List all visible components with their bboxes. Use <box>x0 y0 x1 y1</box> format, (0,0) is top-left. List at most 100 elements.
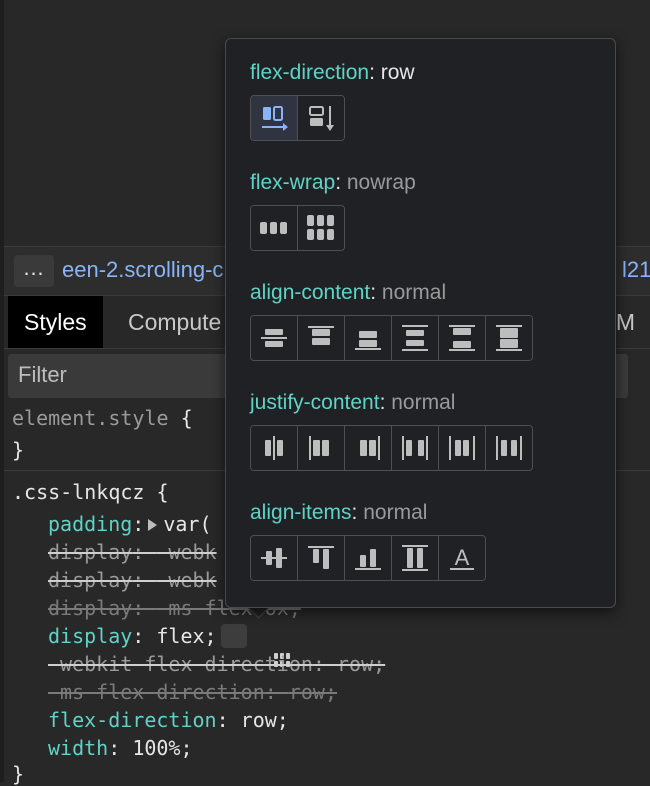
flex-wrap-wrap-icon <box>307 215 334 240</box>
justify-content-flex-end-icon <box>360 436 380 460</box>
current-value: normal <box>363 501 428 524</box>
current-value: row <box>380 61 415 84</box>
align-content-stretch-button[interactable] <box>486 316 532 360</box>
open-brace: { <box>144 480 169 504</box>
declaration-webkit-flex-direction[interactable]: -webkit-flex-direction: row; <box>48 652 385 676</box>
align-content-center-icon <box>261 329 287 347</box>
align-content-space-around-icon <box>402 325 428 351</box>
justify-content-space-evenly-button[interactable] <box>486 426 532 470</box>
align-items-baseline-button[interactable]: A <box>439 536 485 580</box>
flexbox-editor-button[interactable] <box>220 623 290 667</box>
justify-content-center-button[interactable] <box>251 426 298 470</box>
justify-content-space-evenly-icon <box>496 436 522 460</box>
expand-triangle-icon[interactable] <box>148 518 158 531</box>
property-value[interactable]: -webk <box>156 540 216 564</box>
align-content-space-between-icon <box>449 325 475 351</box>
align-items-flex-start-icon <box>308 546 334 569</box>
property-name[interactable]: width <box>48 736 108 760</box>
align-items-center-button[interactable] <box>251 536 298 580</box>
close-brace: } <box>12 762 25 786</box>
flex-wrap-nowrap-button[interactable] <box>251 206 298 250</box>
property-value[interactable]: 100%; <box>132 736 192 760</box>
align-content-flex-end-icon <box>355 331 381 350</box>
justify-content-space-between-button[interactable] <box>392 426 439 470</box>
justify-content-section: justify-content: normal <box>250 391 533 471</box>
property-name[interactable]: -ms-flex-direction <box>48 680 265 704</box>
open-brace: { <box>168 406 193 430</box>
section-title: justify-content: normal <box>250 391 456 414</box>
flex-direction-row-icon <box>262 106 288 131</box>
flex-direction-buttons <box>250 95 345 141</box>
property-name[interactable]: -webkit-flex-direction <box>48 652 313 676</box>
current-value: normal <box>391 391 456 414</box>
align-items-stretch-button[interactable] <box>392 536 439 580</box>
property-value[interactable]: var( <box>163 512 211 536</box>
flex-wrap-wrap-button[interactable] <box>298 206 344 250</box>
align-content-flex-end-button[interactable] <box>345 316 392 360</box>
align-content-buttons <box>250 315 533 361</box>
align-items-stretch-icon <box>402 545 428 571</box>
property-value[interactable]: -webk <box>156 568 216 592</box>
flexbox-editor-popover: flex-direction: row flex-wrap: nowrap al… <box>225 38 616 608</box>
align-items-center-icon <box>261 548 287 568</box>
property-name[interactable]: display <box>48 624 132 648</box>
align-items-section: align-items: normal A <box>250 501 486 581</box>
more-options-button[interactable]: … <box>14 255 54 287</box>
justify-content-space-around-button[interactable] <box>439 426 486 470</box>
breadcrumb-item[interactable]: een-2.scrolling-c <box>62 257 223 283</box>
property-name[interactable]: padding <box>48 512 132 536</box>
element-style-line: element.style { <box>12 406 193 430</box>
align-content-stretch-icon <box>496 325 522 351</box>
section-title: flex-wrap: nowrap <box>250 171 416 194</box>
property-value[interactable]: row; <box>289 680 337 704</box>
flex-direction-row-button[interactable] <box>251 96 298 140</box>
flex-wrap-buttons <box>250 205 345 251</box>
close-brace: } <box>12 438 25 462</box>
tab-styles[interactable]: Styles <box>8 296 103 348</box>
declaration-flex-direction[interactable]: flex-direction: row; <box>48 708 289 732</box>
property-value[interactable]: row; <box>337 652 385 676</box>
current-value: nowrap <box>346 171 416 194</box>
justify-content-space-around-icon <box>449 436 475 460</box>
align-items-buttons: A <box>250 535 486 581</box>
property-value[interactable]: row; <box>241 708 289 732</box>
current-value: normal <box>381 281 447 304</box>
declaration-display-flex[interactable]: display: flex; <box>48 623 290 667</box>
align-content-space-between-button[interactable] <box>439 316 486 360</box>
element-style-selector: element.style <box>12 406 169 430</box>
align-items-flex-start-button[interactable] <box>298 536 345 580</box>
section-title: align-content: normal <box>250 281 447 304</box>
align-content-center-button[interactable] <box>251 316 298 360</box>
justify-content-buttons <box>250 425 533 471</box>
align-content-flex-start-button[interactable] <box>298 316 345 360</box>
rule-selector[interactable]: .css-lnkqcz <box>12 480 144 504</box>
property-name[interactable]: flex-direction <box>48 708 217 732</box>
breadcrumb-item-right[interactable]: l21r <box>622 257 650 283</box>
align-items-flex-end-button[interactable] <box>345 536 392 580</box>
section-title: flex-direction: row <box>250 61 415 84</box>
tab-computed[interactable]: Compute <box>112 296 237 348</box>
flex-wrap-section: flex-wrap: nowrap <box>250 171 416 251</box>
justify-content-space-between-icon <box>402 436 428 460</box>
justify-content-flex-start-icon <box>309 436 329 460</box>
declaration-ms-flex-direction[interactable]: -ms-flex-direction: row; <box>48 680 337 704</box>
declaration-display-webkit-box[interactable]: display: -webk <box>48 540 217 564</box>
flex-wrap-nowrap-icon <box>260 222 287 234</box>
baseline-glyph: A <box>455 545 470 570</box>
flex-direction-column-button[interactable] <box>298 96 344 140</box>
align-items-flex-end-icon <box>355 549 381 570</box>
declaration-width[interactable]: width: 100%; <box>48 736 193 760</box>
property-name[interactable]: display <box>48 568 132 592</box>
justify-content-flex-end-button[interactable] <box>345 426 392 470</box>
flex-direction-column-icon <box>309 106 334 131</box>
justify-content-flex-start-button[interactable] <box>298 426 345 470</box>
property-name[interactable]: display <box>48 540 132 564</box>
align-content-flex-start-icon <box>308 326 334 345</box>
property-name[interactable]: display <box>48 596 132 620</box>
declaration-padding[interactable]: padding: var( <box>48 512 212 536</box>
property-value[interactable]: flex; <box>156 624 216 648</box>
filter-input[interactable]: Filter <box>18 362 67 388</box>
align-content-space-around-button[interactable] <box>392 316 439 360</box>
declaration-display-webkit-flex[interactable]: display: -webk <box>48 568 217 592</box>
section-title: align-items: normal <box>250 501 428 524</box>
